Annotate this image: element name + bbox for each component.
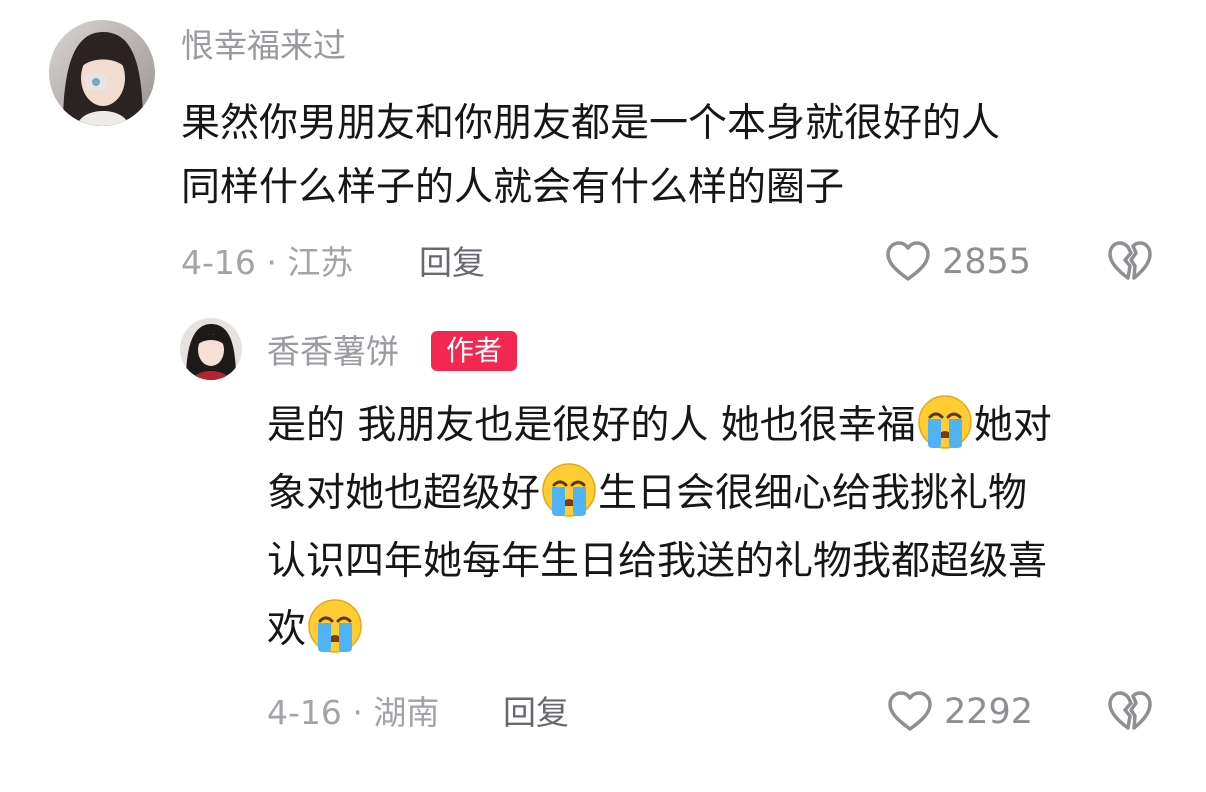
broken-heart-icon: [1106, 238, 1154, 286]
loudly-crying-face-emoji: [917, 394, 973, 450]
reply-button[interactable]: 回复: [419, 243, 485, 283]
comment-text-line: 果然你男朋友和你朋友都是一个本身就很好的人: [181, 101, 1001, 146]
reply-dislike-button[interactable]: [1106, 688, 1154, 736]
loudly-crying-face-emoji: [307, 598, 363, 654]
like-count: 2855: [942, 242, 1032, 282]
comment-username[interactable]: 恨幸福来过: [181, 24, 346, 68]
comment-text: 果然你男朋友和你朋友都是一个本身就很好的人 同样什么样子的人就会有什么样的圈子: [181, 92, 1141, 220]
reply-date-location: 4-16 · 湖南: [267, 693, 440, 732]
reply-like-button[interactable]: 2292: [886, 688, 1033, 736]
heart-outline-icon: [886, 688, 934, 736]
comment-date-location: 4-16 · 江苏: [181, 243, 354, 282]
broken-heart-icon: [1106, 688, 1154, 736]
reply-text-line: 是的 我朋友也是很好的人 她也很幸福 她对: [267, 392, 1167, 460]
reply-username[interactable]: 香香薯饼: [267, 330, 399, 374]
comment-item: 恨幸福来过 果然你男朋友和你朋友都是一个本身就很好的人 同样什么样子的人就会有什…: [0, 0, 1206, 300]
reply-text-line: 认识四年她每年生日给我送的礼物我都超级喜: [267, 539, 1048, 584]
dislike-button[interactable]: [1106, 238, 1154, 286]
reply-text: 是的 我朋友也是很好的人 她也很幸福 她对 象对她也超级好 生日会很细心给我挑礼物 …: [267, 392, 1167, 664]
reply-text-line: 欢: [267, 596, 1167, 664]
avatar[interactable]: [49, 20, 155, 126]
comment-text-line: 同样什么样子的人就会有什么样的圈子: [181, 165, 845, 210]
loudly-crying-face-emoji: [541, 462, 597, 518]
reply-like-count: 2292: [944, 692, 1034, 732]
heart-outline-icon: [884, 238, 932, 286]
reply-reply-button[interactable]: 回复: [503, 693, 569, 733]
reply-text-line: 象对她也超级好 生日会很细心给我挑礼物: [267, 460, 1167, 528]
reply-avatar[interactable]: [180, 318, 242, 380]
like-button[interactable]: 2855: [884, 238, 1031, 286]
author-badge: 作者: [431, 331, 517, 371]
